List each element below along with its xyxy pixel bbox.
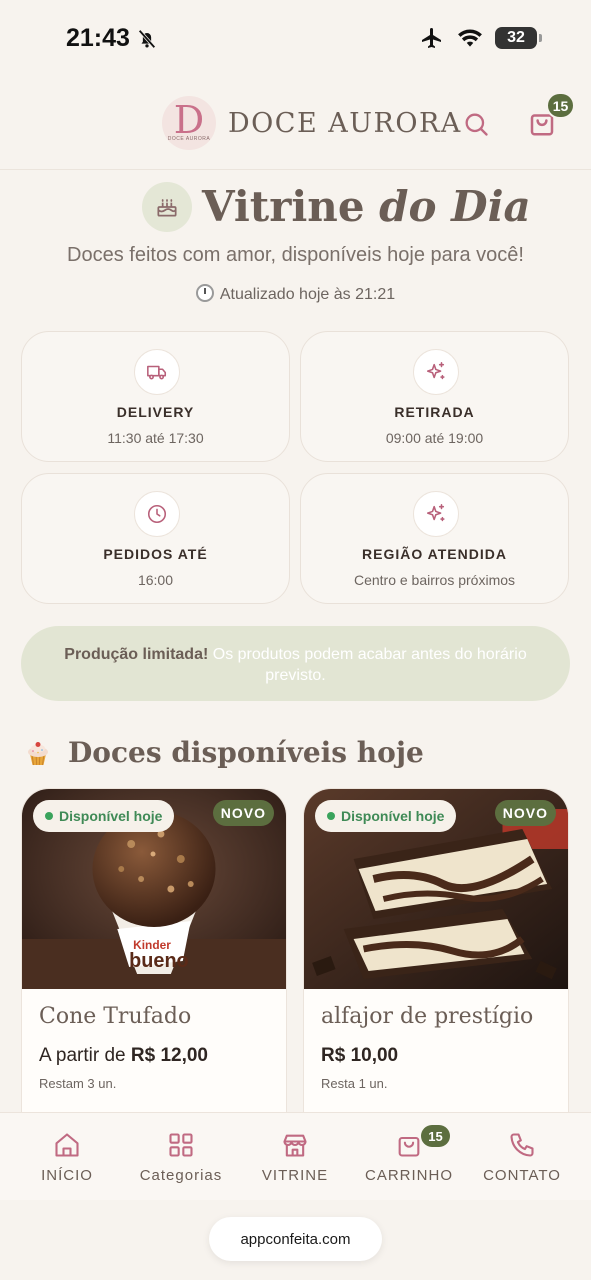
- updated-text: Atualizado hoje às 21:21: [219, 286, 396, 303]
- nav-label: CARRINHO: [364, 1167, 453, 1184]
- nav-item-contact[interactable]: CONTATO: [480, 1113, 564, 1201]
- product-card-alfajor[interactable]: Disponível hoje NOVO alfajor de prestígi…: [303, 788, 569, 1118]
- notice-text: Os produtos podem acabar antes do horári…: [208, 646, 527, 684]
- info-card-title: DELIVERY: [116, 404, 195, 420]
- info-card-value: Centro e bairros próximos: [353, 572, 516, 588]
- info-card-pickup: RETIRADA 09:00 até 19:00: [300, 331, 569, 462]
- nav-item-categories[interactable]: Categorias: [134, 1113, 228, 1201]
- truck-icon: [134, 349, 180, 395]
- price-value: R$ 10,00: [321, 1045, 399, 1066]
- nav-label: VITRINE: [261, 1167, 329, 1184]
- sparkles-icon: [413, 491, 459, 537]
- sparkles-icon: [413, 349, 459, 395]
- product-stock: Resta 1 un.: [321, 1076, 388, 1091]
- app-header: D DOCE AURORA DOCE AURORA 15: [0, 84, 591, 170]
- info-card-title: REGIÃO ATENDIDA: [362, 546, 507, 562]
- info-card-service-area: REGIÃO ATENDIDA Centro e bairros próximo…: [300, 473, 569, 604]
- phone-icon: [510, 1133, 534, 1157]
- grid-icon: [169, 1133, 193, 1157]
- info-card-delivery: DELIVERY 11:30 até 17:30: [21, 331, 290, 462]
- info-card-order-deadline: PEDIDOS ATÉ 16:00: [21, 473, 290, 604]
- product-name: Cone Trufado: [39, 1004, 192, 1029]
- product-stock: Restam 3 un.: [39, 1076, 117, 1091]
- price-prefix: A partir de: [39, 1045, 131, 1066]
- info-card-title: RETIRADA: [394, 404, 475, 420]
- cupcake-icon: [28, 742, 48, 766]
- product-name: alfajor de prestígio: [321, 1004, 534, 1029]
- cart-count-badge: 15: [546, 92, 575, 119]
- product-price: R$ 10,00: [321, 1045, 398, 1067]
- status-time: 21:43: [66, 24, 130, 52]
- updated-timestamp: Atualizado hoje às 21:21: [0, 284, 591, 304]
- nav-item-home[interactable]: INÍCIO: [36, 1113, 98, 1201]
- wifi-icon: [458, 29, 482, 47]
- page-title: Vitrine do Dia: [202, 182, 531, 231]
- home-icon: [55, 1133, 79, 1157]
- page-title-italic: do Dia: [379, 182, 531, 231]
- bell-muted-icon: [138, 29, 156, 49]
- cake-icon: [142, 182, 192, 232]
- store-icon: [283, 1134, 307, 1157]
- page-title-main: Vitrine: [202, 182, 380, 231]
- info-card-value: 11:30 até 17:30: [107, 430, 204, 446]
- notice-strong: Produção limitada!: [64, 646, 209, 663]
- battery-indicator: 32: [495, 27, 542, 49]
- svg-text:bueno: bueno: [129, 950, 188, 972]
- nav-label: CONTATO: [483, 1167, 561, 1184]
- section-title: Doces disponíveis hoje: [68, 736, 424, 769]
- shopping-bag-icon: [398, 1136, 420, 1157]
- info-card-value: 16:00: [137, 572, 174, 588]
- info-card-title: PEDIDOS ATÉ: [103, 546, 208, 562]
- price-value: R$ 12,00: [130, 1045, 209, 1066]
- nav-label: Categorias: [139, 1167, 223, 1184]
- clock-emoji-icon: [195, 284, 214, 302]
- nav-label: INÍCIO: [41, 1167, 93, 1184]
- logo-mini-text: DOCE AURORA: [167, 136, 211, 142]
- clock-icon: [134, 491, 180, 537]
- nav-cart-count-badge: 15: [421, 1125, 450, 1147]
- status-bar: 21:43 32: [0, 0, 591, 80]
- new-badge: NOVO: [494, 800, 556, 826]
- logo-letter: D: [173, 98, 205, 142]
- nav-item-showcase[interactable]: VITRINE: [258, 1113, 332, 1201]
- new-badge: NOVO: [212, 800, 274, 826]
- search-icon[interactable]: [462, 110, 490, 138]
- product-price: A partir de R$ 12,00: [39, 1045, 208, 1067]
- browser-url-bar[interactable]: appconfeita.com: [209, 1217, 382, 1261]
- availability-badge: Disponível hoje: [315, 800, 457, 832]
- info-card-value: 09:00 até 19:00: [385, 430, 484, 446]
- availability-badge: Disponível hoje: [33, 800, 175, 832]
- brand-logo[interactable]: D DOCE AURORA: [162, 96, 216, 150]
- brand-name[interactable]: DOCE AURORA: [228, 108, 462, 139]
- bottom-nav: INÍCIO Categorias VITRINE CARRINHO 15 CO…: [0, 1112, 591, 1200]
- page-subtitle: Doces feitos com amor, disponíveis hoje …: [67, 244, 524, 266]
- limited-production-notice: Produção limitada! Os produtos podem aca…: [21, 626, 570, 701]
- product-card-cone-trufado[interactable]: Kinder bueno Disponível hoje NOVO Cone T…: [21, 788, 287, 1118]
- airplane-icon: [422, 28, 441, 48]
